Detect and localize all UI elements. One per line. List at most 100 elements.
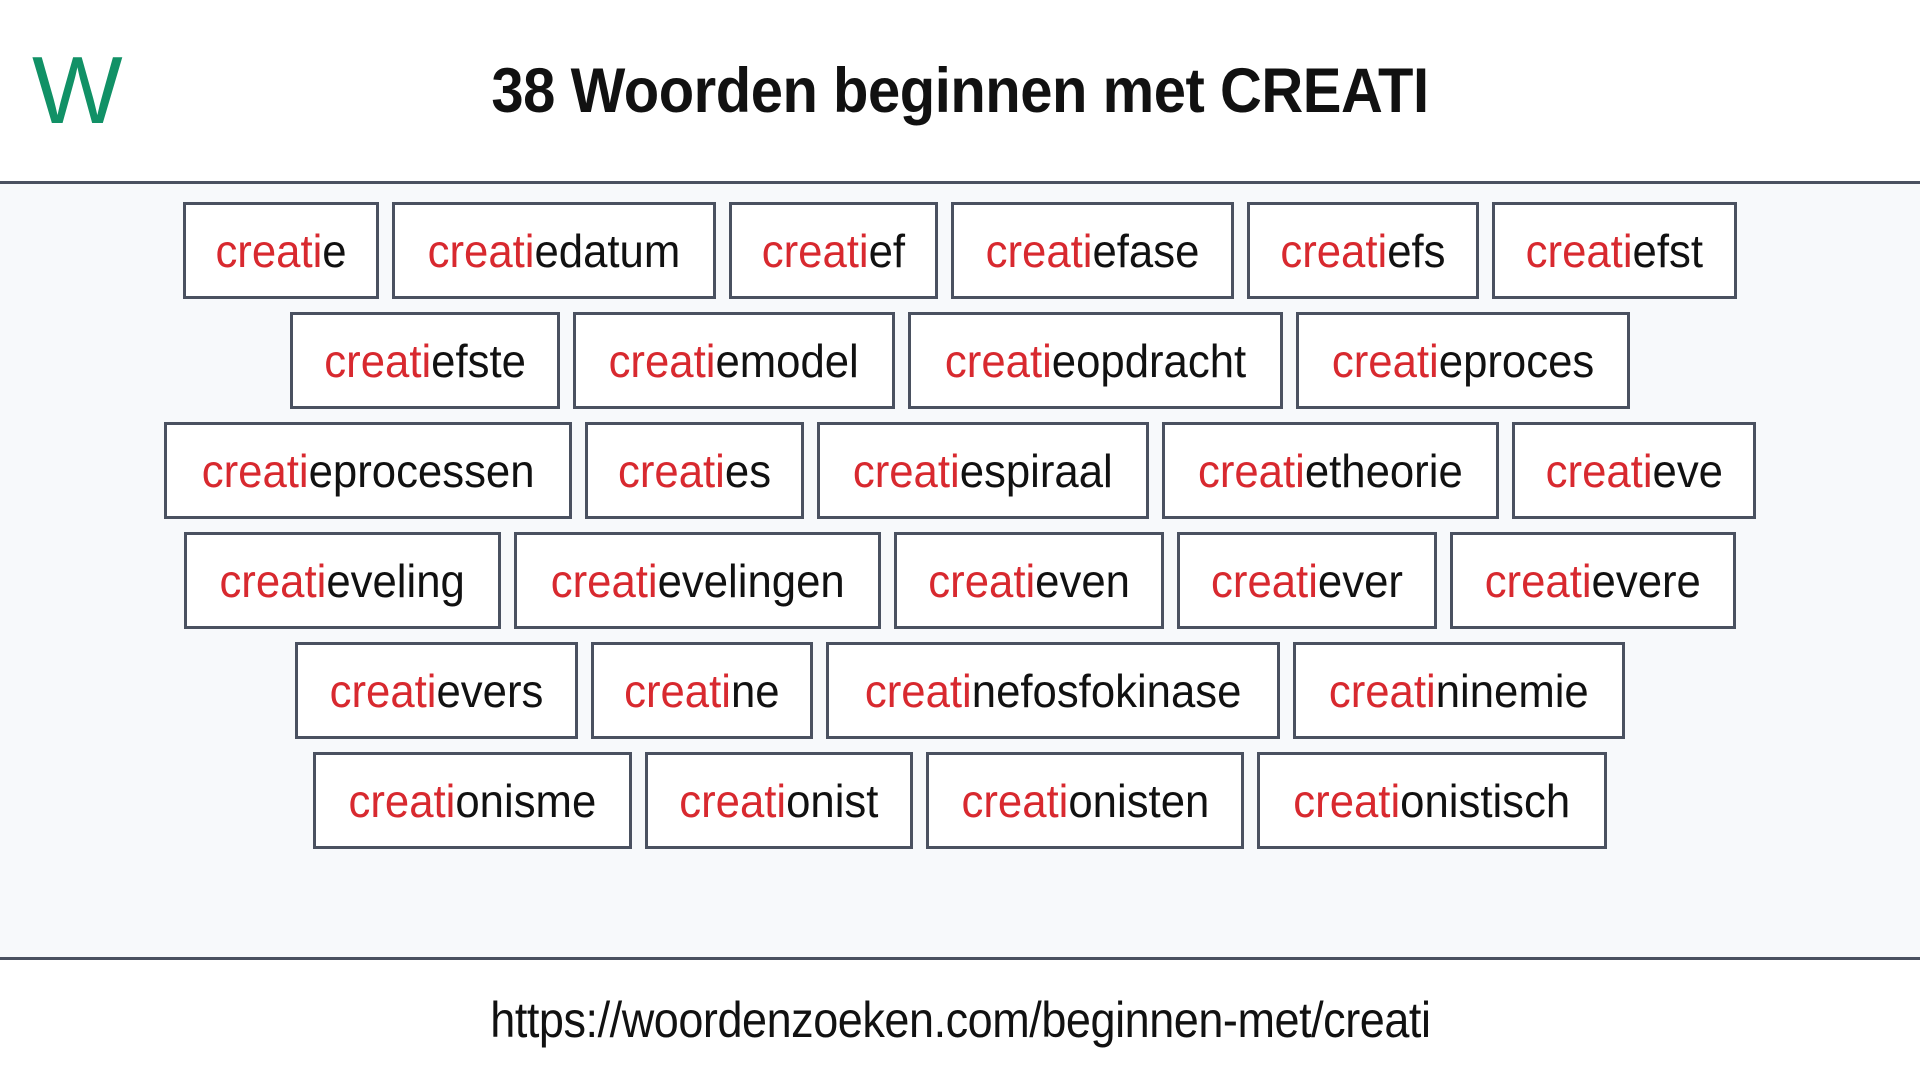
word-prefix: creati [550,554,658,607]
word-text: creatiever [1211,558,1403,604]
word-prefix: creati [1280,224,1388,277]
word-box[interactable]: creationisme [313,752,632,849]
source-url[interactable]: https://woordenzoeken.com/beginnen-met/c… [490,991,1431,1049]
word-suffix: onistisch [1400,774,1571,827]
word-box[interactable]: creaties [585,422,805,519]
word-prefix: creati [853,444,960,497]
word-suffix: nefosfokinase [971,664,1242,717]
word-row: creatiefste creatiemodel creatieopdracht cr… [28,312,1892,409]
word-box[interactable]: creatievers [295,642,579,739]
word-suffix: emodel [715,334,860,387]
word-prefix: creati [324,334,432,387]
word-suffix: ef [868,224,906,277]
page-footer: https://woordenzoeken.com/beginnen-met/c… [0,960,1920,1080]
word-box[interactable]: creatiespiraal [817,422,1149,519]
word-box[interactable]: creatie [183,202,380,299]
word-suffix: efase [1092,224,1200,277]
word-text: creatiedatum [428,228,681,274]
word-suffix: even [1035,554,1130,607]
word-suffix: ninemie [1435,664,1589,717]
word-box[interactable]: creatief [729,202,939,299]
word-text: creatievers [330,668,544,714]
word-box[interactable]: creatininemie [1293,642,1625,739]
word-suffix: eve [1652,444,1723,497]
word-suffix: evelingen [657,554,845,607]
word-suffix: espiraal [959,444,1113,497]
page-header: W 38 Woorden beginnen met CREATI [0,0,1920,184]
word-row: creatieprocessen creaties creatiespiraal cr… [28,422,1892,519]
word-prefix: creati [762,224,869,277]
word-prefix: creati [679,774,787,827]
word-suffix: efst [1632,224,1704,277]
word-suffix: eproces [1438,334,1595,387]
word-box[interactable]: creatiever [1177,532,1438,629]
word-suffix: efs [1387,224,1446,277]
word-prefix: creati [201,444,309,497]
word-suffix: eopdracht [1051,334,1246,387]
word-text: creatieve [1545,448,1722,494]
word-prefix: creati [1545,444,1653,497]
word-suffix: ever [1318,554,1404,607]
word-prefix: creati [985,224,1093,277]
word-box[interactable]: creatieveling [184,532,501,629]
word-suffix: es [725,444,772,497]
word-prefix: creati [608,334,716,387]
word-box[interactable]: creatiemodel [573,312,895,409]
word-box[interactable]: creatieprocessen [163,422,573,519]
word-box[interactable]: creationist [644,752,913,849]
word-suffix: onist [786,774,879,827]
word-text: creatietheorie [1198,448,1463,494]
word-prefix: creati [1331,334,1439,387]
word-suffix: e [322,224,347,277]
word-box[interactable]: creatiefste [290,312,561,409]
word-text: creatieprocessen [202,448,535,494]
word-box[interactable]: creatine [591,642,813,739]
word-box[interactable]: creationistisch [1257,752,1607,849]
word-text: creatiefst [1526,228,1703,274]
word-box[interactable]: creatiedatum [392,202,717,299]
word-box[interactable]: creatiefase [951,202,1235,299]
word-prefix: creati [944,334,1052,387]
word-prefix: creati [348,774,456,827]
word-prefix: creati [961,774,1068,827]
word-suffix: efste [431,334,527,387]
word-text: creatiefs [1281,228,1446,274]
word-box[interactable]: creationisten [925,752,1245,849]
word-row: creatie creatiedatum creatief creatiefase cr… [28,202,1892,299]
word-suffix: ne [731,664,780,717]
word-row: creationisme creationist creationisten crea… [28,752,1892,849]
word-text: creatieven [928,558,1130,604]
word-list: creatie creatiedatum creatief creatiefase cr… [0,184,1920,960]
word-prefix: creati [219,554,327,607]
word-text: creatinefosfokinase [865,668,1242,714]
word-prefix: creati [1211,554,1319,607]
word-suffix: onisten [1067,774,1209,827]
word-box[interactable]: creatieve [1511,422,1757,519]
word-box[interactable]: creatievere [1450,532,1736,629]
word-prefix: creati [864,664,972,717]
word-text: creatine [624,668,779,714]
word-text: creatininemie [1329,668,1589,714]
word-box[interactable]: creatinefosfokinase [825,642,1281,739]
word-prefix: creati [1293,774,1401,827]
word-box[interactable]: creatietheorie [1161,422,1499,519]
word-box[interactable]: creatieproces [1295,312,1630,409]
word-row: creatievers creatine creatinefosfokinase cr… [28,642,1892,739]
word-suffix: evers [436,664,544,717]
word-text: creatief [762,228,905,274]
word-box[interactable]: creatieopdracht [907,312,1283,409]
word-row: creatieveling creatievelingen creatieven cr… [28,532,1892,629]
word-box[interactable]: creatieven [893,532,1165,629]
word-suffix: evere [1591,554,1702,607]
word-prefix: creati [1197,444,1305,497]
word-box[interactable]: creatiefst [1492,202,1737,299]
word-prefix: creati [428,224,535,277]
word-text: creatievelingen [550,558,844,604]
word-text: creationisme [349,778,597,824]
word-suffix: eveling [326,554,466,607]
word-prefix: creati [329,664,437,717]
word-prefix: creati [215,224,323,277]
word-text: creatiefase [986,228,1200,274]
word-box[interactable]: creatievelingen [513,532,881,629]
word-box[interactable]: creatiefs [1247,202,1480,299]
